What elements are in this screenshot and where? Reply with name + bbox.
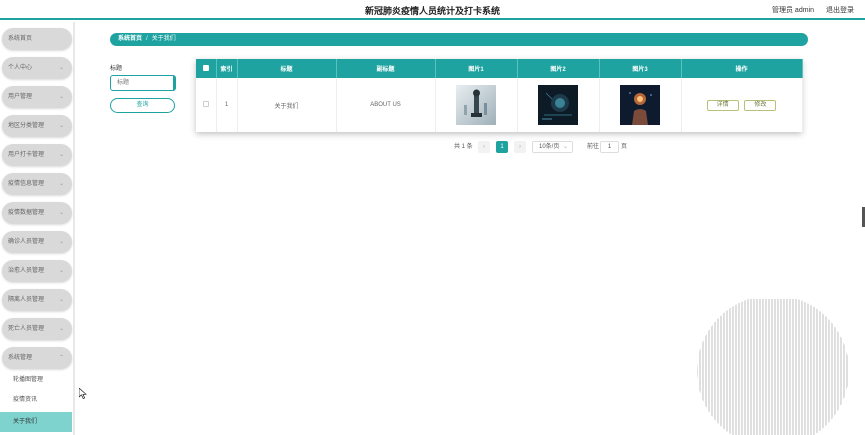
dark-tech-photo-icon[interactable] [538, 85, 578, 125]
chevron-down-icon: ⌄ [58, 268, 64, 274]
top-bar: 新冠肺炎疫情人员统计及打卡系统 管理员 admin 退出登录 [0, 0, 865, 20]
hand-glow-photo-icon[interactable] [620, 85, 660, 125]
chevron-down-icon: ⌄ [58, 181, 64, 187]
sidebar-item-isolated[interactable]: 隔离人员管理 ⌄ [2, 289, 72, 311]
chevron-down-icon: ⌄ [58, 326, 64, 332]
breadcrumb-current: 关于我们 [151, 36, 176, 42]
row-image3-cell [599, 78, 682, 132]
detail-button[interactable]: 详情 [706, 99, 739, 111]
row-image2-cell [517, 78, 600, 132]
sidebar-item-label: 个人中心 [8, 65, 33, 71]
row-title: 关于我们 [237, 78, 337, 132]
sidebar-subitem-carousel[interactable]: 轮播图管理 [0, 370, 72, 390]
sidebar-item-label: 隔离人员管理 [8, 297, 45, 303]
next-page-button[interactable]: › [514, 141, 526, 153]
data-table: 索引 标题 副标题 图片1 图片2 图片3 操作 1 关于我们 ABOUT US [196, 59, 803, 132]
goto-label: 前往 [587, 144, 600, 150]
table-header-row: 索引 标题 副标题 图片1 图片2 图片3 操作 [196, 59, 803, 78]
chevron-down-icon: ⌄ [58, 239, 64, 245]
sidebar-item-region[interactable]: 地区分类管理 ⌄ [2, 115, 72, 137]
column-header-subtitle: 副标题 [336, 59, 436, 78]
page-size-value: 10条/页 [539, 144, 560, 150]
sidebar-item-home[interactable]: 系统首页 [2, 28, 72, 50]
app-title: 新冠肺炎疫情人员统计及打卡系统 [364, 6, 500, 16]
row-select-cell[interactable] [196, 78, 217, 132]
sidebar-item-label: 死亡人员管理 [8, 326, 45, 332]
search-input[interactable] [110, 75, 176, 91]
sidebar-item-profile[interactable]: 个人中心 ⌄ [2, 57, 72, 79]
row-index: 1 [216, 78, 238, 132]
sidebar-item-label: 用户管理 [8, 94, 33, 100]
search-label: 标题 [110, 66, 123, 72]
column-header-index: 索引 [216, 59, 238, 78]
row-checkbox[interactable] [202, 101, 209, 107]
chevron-down-icon: ⌄ [58, 94, 64, 100]
sidebar-item-cured[interactable]: 治愈人员管理 ⌄ [2, 260, 72, 282]
breadcrumb-home[interactable]: 系统首页 [118, 36, 142, 42]
chess-photo-icon[interactable] [456, 85, 496, 125]
chevron-down-icon: ⌄ [58, 210, 64, 216]
user-label: 管理员 admin [771, 7, 814, 14]
sidebar-subitem-about[interactable]: 关于我们 [0, 412, 72, 432]
sidebar: 系统首页 个人中心 ⌄ 用户管理 ⌄ 地区分类管理 ⌄ 用户打卡管理 ⌄ 疫情信息管理 ⌄… [0, 22, 75, 435]
logout-link[interactable]: 退出登录 [826, 5, 854, 15]
column-header-image3: 图片3 [599, 59, 682, 78]
row-subtitle: ABOUT US [336, 78, 436, 132]
select-all-cell[interactable] [196, 59, 217, 78]
sidebar-subitem-news[interactable]: 疫情资讯 [0, 390, 72, 410]
search-button[interactable]: 查询 [110, 98, 175, 113]
column-header-title: 标题 [237, 59, 337, 78]
row-actions-cell: 详情 修改 [681, 78, 803, 132]
page-button-current[interactable]: 1 [496, 141, 508, 153]
breadcrumb-separator: / [146, 36, 148, 42]
goto-page-input[interactable]: 1 [600, 141, 619, 153]
sidebar-item-confirmed[interactable]: 确诊人员管理 ⌄ [2, 231, 72, 253]
sidebar-item-label: 疫情数据管理 [8, 210, 45, 216]
chevron-down-icon: ⌄ [562, 144, 568, 150]
chevron-down-icon: ⌄ [58, 123, 64, 129]
chevron-up-icon: ⌃ [58, 355, 64, 361]
sidebar-item-label: 确诊人员管理 [8, 239, 45, 245]
column-header-image1: 图片1 [435, 59, 518, 78]
mouse-cursor-icon [79, 388, 87, 399]
decorative-striped-circle [697, 299, 848, 435]
breadcrumb: 系统首页 / 关于我们 [110, 33, 808, 46]
prev-page-button[interactable]: ‹ [478, 141, 490, 153]
column-header-image2: 图片2 [517, 59, 600, 78]
sidebar-item-checkin[interactable]: 用户打卡管理 ⌄ [2, 144, 72, 166]
sidebar-item-epidemic-info[interactable]: 疫情信息管理 ⌄ [2, 173, 72, 195]
sidebar-item-label: 治愈人员管理 [8, 268, 45, 274]
sidebar-item-users[interactable]: 用户管理 ⌄ [2, 86, 72, 108]
page-suffix: 页 [621, 144, 628, 150]
column-header-actions: 操作 [681, 59, 803, 78]
chevron-down-icon: ⌄ [58, 297, 64, 303]
select-all-checkbox[interactable] [202, 64, 209, 71]
sidebar-item-label: 地区分类管理 [8, 123, 45, 129]
chevron-down-icon: ⌄ [58, 65, 64, 71]
page-size-select[interactable]: 10条/页 ⌄ [532, 141, 573, 153]
table-row: 1 关于我们 ABOUT US 详情 修改 [196, 78, 803, 132]
edit-button[interactable]: 修改 [744, 99, 777, 111]
sidebar-item-system[interactable]: 系统管理 ⌃ [2, 347, 72, 369]
sidebar-item-deaths[interactable]: 死亡人员管理 ⌄ [2, 318, 72, 340]
sidebar-item-label: 系统管理 [8, 355, 33, 361]
sidebar-item-label: 系统首页 [8, 36, 33, 42]
sidebar-item-epidemic-data[interactable]: 疫情数据管理 ⌄ [2, 202, 72, 224]
sidebar-item-label: 用户打卡管理 [8, 152, 45, 158]
sidebar-item-label: 疫情信息管理 [8, 181, 45, 187]
chevron-down-icon: ⌄ [58, 152, 64, 158]
row-image1-cell [435, 78, 518, 132]
pagination-total: 共 1 条 [454, 144, 473, 150]
